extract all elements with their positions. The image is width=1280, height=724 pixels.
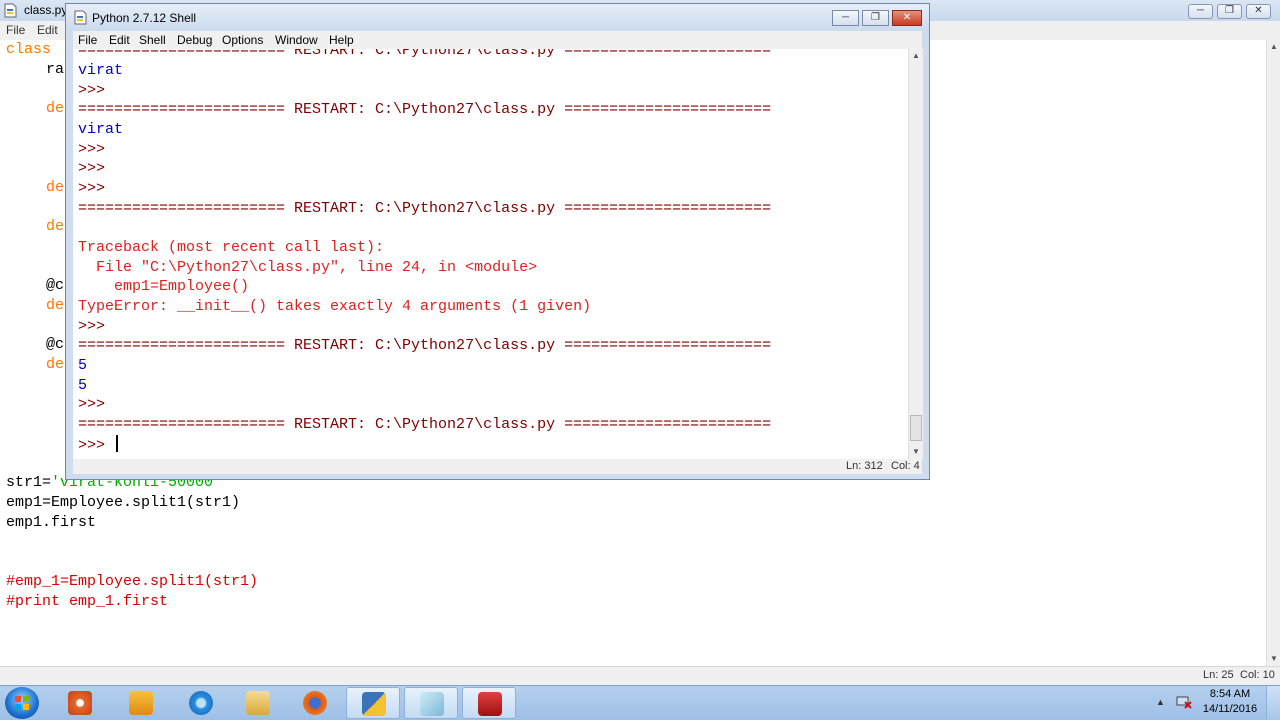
shell-maximize-button[interactable]: ❐ (862, 10, 889, 26)
shell-minimize-button[interactable]: ─ (832, 10, 859, 26)
shell-traceback-code: emp1=Employee() (78, 278, 250, 295)
start-button[interactable] (5, 687, 39, 719)
shell-scroll-thumb[interactable] (910, 415, 922, 441)
editor-menu-edit[interactable]: Edit (37, 23, 58, 37)
python-file-icon (4, 3, 17, 18)
shell-restart-line: ======================= RESTART: C:\Pyth… (78, 200, 772, 217)
python-shell-icon (74, 10, 87, 25)
code-comment: #emp_1=Employee.split1(str1) (6, 573, 259, 590)
shell-prompt: >>> (78, 141, 115, 158)
taskbar-internet-explorer[interactable] (174, 687, 228, 719)
shell-prompt: >>> (78, 82, 115, 99)
editor-maximize-button[interactable]: ❐ (1217, 4, 1242, 19)
code-line: ra (46, 61, 65, 78)
code-line: class (6, 41, 52, 58)
taskbar-media-player[interactable] (53, 687, 107, 719)
scroll-down-icon[interactable]: ▼ (909, 445, 923, 459)
editor-close-button[interactable]: ✕ (1246, 4, 1271, 19)
taskbar-filezilla[interactable] (462, 687, 516, 719)
code-comment: #print emp_1.first (6, 593, 169, 610)
clock-date[interactable]: 14/11/2016 (1200, 703, 1260, 715)
shell-prompt: >>> (78, 437, 115, 454)
file-explorer-icon (246, 691, 270, 715)
taskbar-python-idle[interactable] (346, 687, 400, 719)
notepad-icon (420, 692, 444, 716)
filezilla-icon (478, 692, 502, 716)
shell-menu-file[interactable]: File (78, 33, 97, 47)
shell-prompt: >>> (78, 396, 115, 413)
shell-title: Python 2.7.12 Shell (92, 11, 197, 25)
shell-menu-window[interactable]: Window (275, 33, 318, 47)
shell-close-button[interactable]: ✕ (892, 10, 922, 26)
network-icon[interactable] (1176, 695, 1192, 709)
tray-expand-icon[interactable]: ▲ (1156, 697, 1165, 707)
shell-line-number: Ln: 312 (846, 460, 883, 472)
shell-output-line: virat (78, 62, 124, 79)
show-desktop-button[interactable] (1266, 686, 1280, 720)
shell-traceback-file: File "C:\Python27\class.py", line 24, in… (78, 259, 538, 276)
shell-prompt: >>> (78, 180, 115, 197)
taskbar-firefox[interactable] (288, 687, 342, 719)
editor-col-number: Col: 10 (1240, 669, 1275, 681)
code-line: @c (46, 277, 65, 294)
shell-menubar: File Edit Shell Debug Options Window Hel… (73, 31, 922, 49)
clock-time[interactable]: 8:54 AM (1200, 688, 1260, 700)
python-idle-icon (362, 692, 386, 716)
editor-statusbar: Ln: 25 Col: 10 (0, 666, 1280, 686)
editor-menu-file[interactable]: File (6, 23, 25, 37)
shell-type-error: TypeError: __init__() takes exactly 4 ar… (78, 298, 592, 315)
scroll-down-icon[interactable]: ▼ (1267, 652, 1280, 666)
shell-restart-line: ======================= RESTART: C:\Pyth… (78, 416, 772, 433)
python-shell-window: Python 2.7.12 Shell ─ ❐ ✕ File Edit Shel… (65, 3, 930, 480)
shell-output-line: 5 (78, 377, 88, 394)
shell-output-line: 5 (78, 357, 88, 374)
shell-traceback-header: Traceback (most recent call last): (78, 239, 385, 256)
shell-col-number: Col: 4 (891, 460, 920, 472)
firefox-icon (303, 691, 327, 715)
shell-output-line: virat (78, 121, 124, 138)
editor-title: class.py (24, 3, 68, 17)
scroll-up-icon[interactable]: ▲ (1267, 40, 1280, 54)
taskbar-outlook[interactable] (114, 687, 168, 719)
shell-restart-line: ======================= RESTART: C:\Pyth… (78, 101, 772, 118)
shell-scrollbar[interactable]: ▲ ▼ (908, 49, 923, 459)
code-line: de (46, 297, 65, 314)
editor-line-number: Ln: 25 (1203, 669, 1234, 681)
shell-menu-shell[interactable]: Shell (139, 33, 166, 47)
shell-prompt: >>> (78, 318, 115, 335)
code-token: str1= (6, 474, 52, 491)
code-line: @c (46, 336, 65, 353)
media-player-icon (68, 691, 92, 715)
code-line: emp1.first (6, 514, 97, 531)
windows-logo-icon (15, 696, 29, 710)
shell-menu-edit[interactable]: Edit (109, 33, 130, 47)
shell-menu-options[interactable]: Options (222, 33, 263, 47)
shell-prompt: >>> (78, 160, 115, 177)
shell-restart-line: ======================= RESTART: C:\Pyth… (78, 337, 772, 354)
shell-output-area[interactable]: ======================= RESTART: C:\Pyth… (73, 49, 908, 459)
shell-statusbar: Ln: 312 Col: 4 (73, 459, 922, 474)
taskbar-notepad[interactable] (404, 687, 458, 719)
text-cursor (116, 435, 119, 452)
internet-explorer-icon (189, 691, 213, 715)
code-line: emp1=Employee.split1(str1) (6, 494, 241, 511)
editor-scrollbar[interactable]: ▲ ▼ (1266, 40, 1280, 666)
shell-restart-line: ======================= RESTART: C:\Pyth… (78, 49, 772, 59)
code-line: de (46, 179, 65, 196)
taskbar-file-explorer[interactable] (231, 687, 285, 719)
shell-menu-debug[interactable]: Debug (177, 33, 212, 47)
shell-titlebar[interactable]: Python 2.7.12 Shell ─ ❐ ✕ (66, 4, 929, 31)
scroll-up-icon[interactable]: ▲ (909, 49, 923, 63)
outlook-icon (129, 691, 153, 715)
code-line: de (46, 100, 65, 117)
shell-active-prompt-line[interactable]: >>> (78, 435, 119, 456)
code-line: de (46, 218, 65, 235)
shell-menu-help[interactable]: Help (329, 33, 354, 47)
code-line: de (46, 356, 65, 373)
editor-minimize-button[interactable]: ─ (1188, 4, 1213, 19)
taskbar: ▲ 8:54 AM 14/11/2016 (0, 685, 1280, 720)
